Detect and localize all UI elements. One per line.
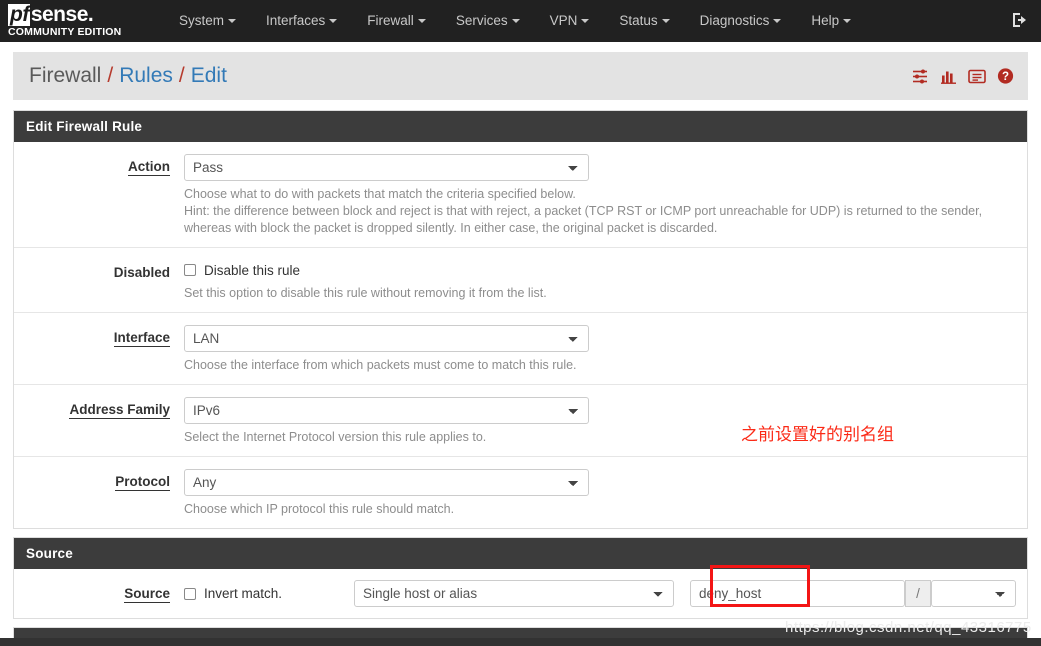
label-disabled: Disabled xyxy=(113,265,170,280)
disable-rule-checkbox[interactable] xyxy=(184,264,196,276)
label-address-family: Address Family xyxy=(69,402,170,419)
nav-item-status[interactable]: Status xyxy=(604,0,684,42)
source-slash-addon: / xyxy=(905,580,931,607)
logo-dot: . xyxy=(87,3,94,26)
breadcrumb-wrapper: Firewall / Rules / Edit ? xyxy=(0,42,1041,100)
nav-item-services[interactable]: Services xyxy=(441,0,535,42)
nav-item-firewall[interactable]: Firewall xyxy=(352,0,441,42)
help-action-line2: Hint: the difference between block and r… xyxy=(184,204,983,218)
nav-item-diagnostics[interactable]: Diagnostics xyxy=(685,0,797,42)
form-row-disabled: Disabled Disable this rule Set this opti… xyxy=(14,248,1027,313)
nav-menu: System Interfaces Firewall Services VPN … xyxy=(164,0,866,42)
chinese-annotation: 之前设置好的别名组 xyxy=(741,425,894,445)
help-action-line3: whereas with block the packet is dropped… xyxy=(184,221,718,235)
source-invert-match-row[interactable]: Invert match. xyxy=(184,586,354,601)
chevron-down-icon xyxy=(228,19,237,24)
chevron-down-icon xyxy=(843,19,852,24)
nav-item-help[interactable]: Help xyxy=(796,0,866,42)
source-mask-select[interactable] xyxy=(931,580,1016,607)
label-interface: Interface xyxy=(113,330,170,347)
bar-chart-icon[interactable] xyxy=(940,68,957,84)
chevron-down-icon xyxy=(773,19,782,24)
nav-item-system[interactable]: System xyxy=(164,0,251,42)
nav-label-interfaces: Interfaces xyxy=(266,13,326,28)
help-interface: Choose the interface from which packets … xyxy=(184,358,577,372)
breadcrumb-icon-group: ? xyxy=(912,68,1014,85)
label-protocol: Protocol xyxy=(115,474,170,491)
chevron-down-icon xyxy=(661,19,670,24)
breadcrumb-rules-link[interactable]: Rules xyxy=(119,64,173,88)
breadcrumb-edit-link[interactable]: Edit xyxy=(191,64,227,88)
logo-pf-text: pf xyxy=(8,3,30,26)
help-disabled: Set this option to disable this rule wit… xyxy=(184,286,547,300)
nav-label-help: Help xyxy=(811,13,840,28)
disable-rule-label: Disable this rule xyxy=(204,262,301,278)
logo-subtitle: COMMUNITY EDITION xyxy=(8,26,122,38)
svg-text:?: ? xyxy=(1002,71,1009,83)
source-address-input[interactable] xyxy=(690,580,905,607)
panel-title-edit-rule: Edit Firewall Rule xyxy=(14,111,1027,142)
nav-item-interfaces[interactable]: Interfaces xyxy=(251,0,352,42)
chevron-down-icon xyxy=(511,19,520,24)
action-select[interactable]: Pass xyxy=(184,154,589,181)
logo-sense-text: sense xyxy=(30,3,89,26)
csdn-watermark: https://blog.csdn.net/qq_43316775 xyxy=(785,619,1032,636)
label-action: Action xyxy=(128,159,170,176)
nav-label-firewall: Firewall xyxy=(367,13,414,28)
breadcrumb-separator: / xyxy=(107,64,114,87)
chevron-down-icon xyxy=(417,19,426,24)
breadcrumb: Firewall / Rules / Edit ? xyxy=(13,52,1028,100)
help-protocol: Choose which IP protocol this rule shoul… xyxy=(184,502,455,516)
nav-label-services: Services xyxy=(455,13,508,28)
bottom-bar xyxy=(0,638,1041,646)
nav-label-vpn: VPN xyxy=(549,13,578,28)
top-navbar: pf sense. COMMUNITY EDITION System Interf… xyxy=(0,0,1041,42)
chevron-down-icon xyxy=(581,19,590,24)
interface-select[interactable]: LAN xyxy=(184,325,589,352)
help-action-line1: Choose what to do with packets that matc… xyxy=(184,187,576,201)
label-source: Source xyxy=(124,586,170,603)
nav-item-vpn[interactable]: VPN xyxy=(535,0,605,42)
breadcrumb-separator: / xyxy=(178,64,185,87)
logout-icon[interactable] xyxy=(1011,11,1029,34)
protocol-select[interactable]: Any xyxy=(184,469,589,496)
form-row-protocol: Protocol Any Choose which IP protocol th… xyxy=(14,457,1027,528)
breadcrumb-firewall: Firewall xyxy=(29,64,102,87)
source-invert-match-checkbox[interactable] xyxy=(184,587,196,600)
source-invert-match-label: Invert match. xyxy=(204,586,283,601)
source-address-group: / xyxy=(690,580,1016,607)
list-icon[interactable] xyxy=(968,68,986,84)
source-panel: Source Source Invert match. Single host … xyxy=(13,537,1028,619)
nav-label-status: Status xyxy=(619,13,658,28)
chevron-down-icon xyxy=(329,19,338,24)
nav-label-system: System xyxy=(179,13,225,28)
form-row-interface: Interface LAN Choose the interface from … xyxy=(14,313,1027,385)
source-type-cell: Single host or alias xyxy=(354,580,678,607)
nav-label-diagnostics: Diagnostics xyxy=(699,13,770,28)
panel-title-source: Source xyxy=(14,538,1027,569)
form-row-source: Source Invert match. Single host or alia… xyxy=(14,565,1027,618)
disable-rule-checkbox-row[interactable]: Disable this rule xyxy=(184,260,1017,280)
help-circle-icon[interactable]: ? xyxy=(997,68,1014,85)
edit-firewall-rule-panel: Edit Firewall Rule Action Pass Choose wh… xyxy=(13,110,1028,529)
source-type-select[interactable]: Single host or alias xyxy=(354,580,674,607)
form-row-action: Action Pass Choose what to do with packe… xyxy=(14,142,1027,248)
sliders-icon[interactable] xyxy=(912,68,929,84)
pfsense-logo[interactable]: pf sense. COMMUNITY EDITION xyxy=(8,4,140,38)
address-family-select[interactable]: IPv6 xyxy=(184,397,589,424)
